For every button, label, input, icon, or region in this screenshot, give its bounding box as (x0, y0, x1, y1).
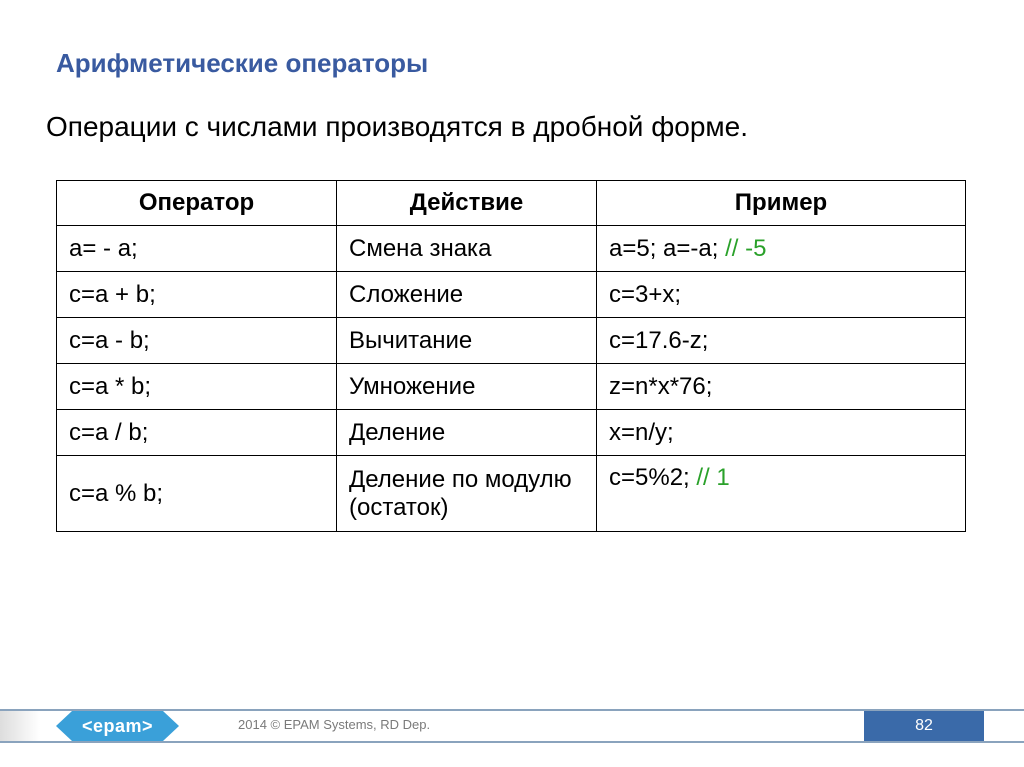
cell-action: Смена знака (337, 226, 597, 272)
cell-operator: c=a * b; (57, 364, 337, 410)
epam-logo: <epam> (72, 711, 163, 741)
cell-action: Деление по модулю (остаток) (337, 456, 597, 532)
cell-action: Вычитание (337, 318, 597, 364)
table-row: c=a / b; Деление x=n/y; (57, 410, 966, 456)
code-comment: // -5 (725, 235, 766, 262)
table-row: c=a % b; Деление по модулю (остаток) c=5… (57, 456, 966, 532)
slide-subtitle: Операции с числами производятся в дробно… (46, 111, 748, 143)
slide: Арифметические операторы Операции с числ… (0, 0, 1024, 767)
code-comment: // 1 (696, 464, 729, 491)
table-header-row: Оператор Действие Пример (57, 181, 966, 226)
cell-operator: c=a + b; (57, 272, 337, 318)
page-number-box: 82 (864, 711, 984, 741)
operators-table: Оператор Действие Пример a= - a; Смена з… (56, 180, 966, 532)
footer-left-decoration (0, 711, 40, 741)
table-row: c=a + b; Сложение c=3+x; (57, 272, 966, 318)
cell-example: a=5; a=-a; // -5 (597, 226, 966, 272)
cell-operator: a= - a; (57, 226, 337, 272)
table-row: a= - a; Смена знака a=5; a=-a; // -5 (57, 226, 966, 272)
page-number: 82 (915, 717, 933, 735)
cell-action: Умножение (337, 364, 597, 410)
cell-example: x=n/y; (597, 410, 966, 456)
header-action: Действие (337, 181, 597, 226)
cell-example: c=5%2; // 1 (597, 456, 966, 532)
footer-divider-bottom (0, 741, 1024, 743)
cell-example: z=n*x*76; (597, 364, 966, 410)
header-operator: Оператор (57, 181, 337, 226)
cell-example: c=3+x; (597, 272, 966, 318)
header-example: Пример (597, 181, 966, 226)
cell-operator: c=a - b; (57, 318, 337, 364)
slide-title: Арифметические операторы (56, 48, 428, 79)
table-row: c=a - b; Вычитание c=17.6-z; (57, 318, 966, 364)
cell-action: Сложение (337, 272, 597, 318)
copyright-text: 2014 © EPAM Systems, RD Dep. (238, 717, 430, 732)
cell-operator: c=a / b; (57, 410, 337, 456)
table-row: c=a * b; Умножение z=n*x*76; (57, 364, 966, 410)
cell-example: c=17.6-z; (597, 318, 966, 364)
cell-operator: c=a % b; (57, 456, 337, 532)
cell-action: Деление (337, 410, 597, 456)
footer: <epam> 2014 © EPAM Systems, RD Dep. 82 (0, 709, 1024, 743)
